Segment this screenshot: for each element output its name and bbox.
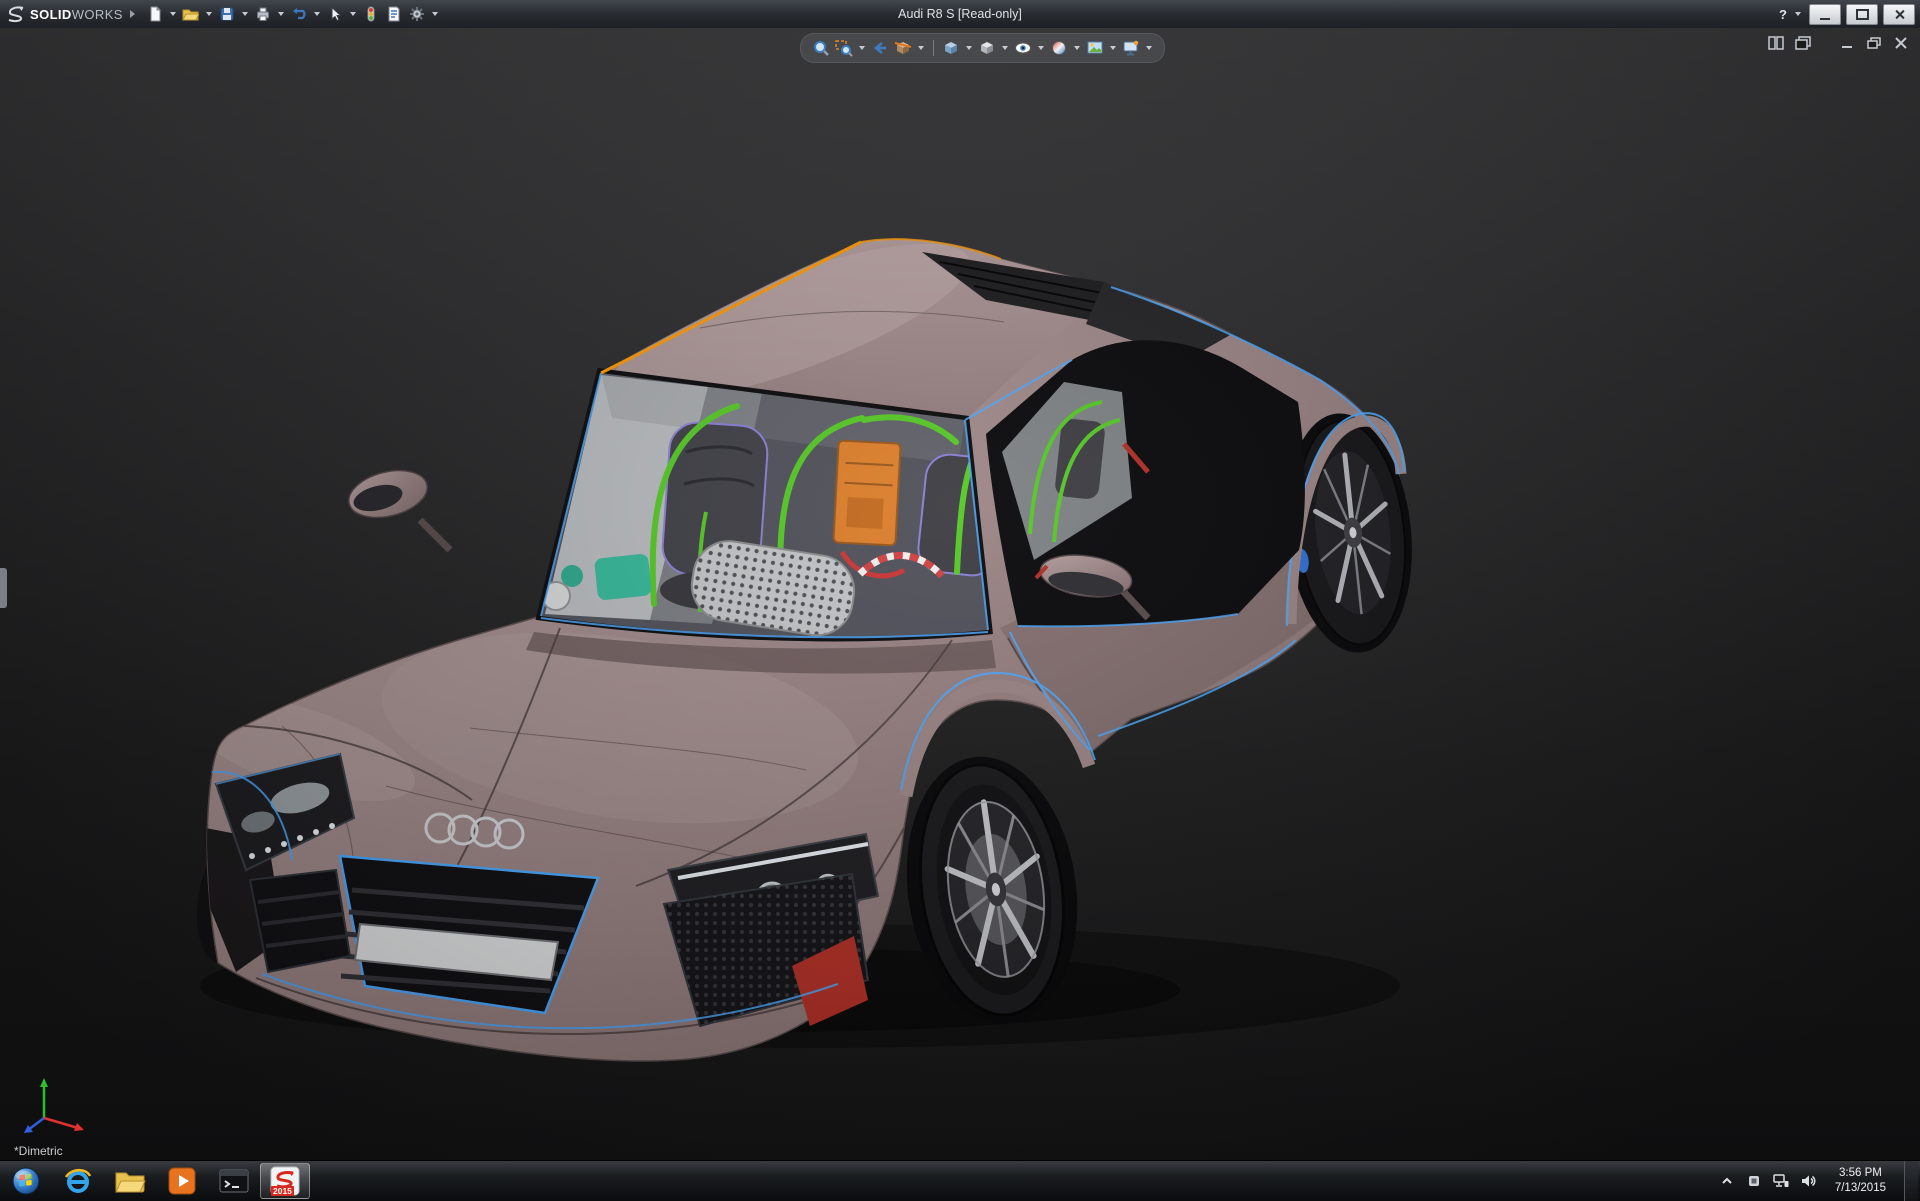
- heads-up-view-toolbar: [800, 33, 1165, 63]
- feature-manager-collapsed-tab[interactable]: [0, 568, 7, 608]
- edit-appearance-dropdown-arrow[interactable]: [1074, 46, 1080, 50]
- new-dropdown-arrow[interactable]: [170, 12, 176, 16]
- left-air-intake[interactable]: [250, 870, 350, 972]
- system-tray: 3:56 PM 7/13/2015: [1718, 1161, 1920, 1201]
- hidden-icons-button[interactable]: [1718, 1172, 1736, 1190]
- save-icon[interactable]: [216, 3, 238, 25]
- select-icon[interactable]: [324, 3, 346, 25]
- document-window-controls: [1767, 35, 1910, 50]
- volume-icon[interactable]: [1799, 1172, 1817, 1190]
- media-player-icon: [168, 1167, 196, 1195]
- undo-icon[interactable]: [288, 3, 310, 25]
- car-model[interactable]: [0, 28, 1920, 1160]
- window-title: Audi R8 S [Read-only]: [400, 7, 1520, 21]
- section-view-icon[interactable]: [892, 36, 914, 60]
- maximize-icon: [1856, 9, 1869, 20]
- hide-show-items-icon[interactable]: [1012, 36, 1034, 60]
- taskbar: 2015 3:56 PM 7/13/2015: [0, 1160, 1920, 1201]
- show-desktop-button[interactable]: [1904, 1161, 1918, 1201]
- clock-date: 7/13/2015: [1835, 1181, 1886, 1196]
- zoom-to-area-icon[interactable]: [833, 36, 855, 60]
- reference-triad: [22, 1070, 92, 1136]
- network-icon[interactable]: [1772, 1172, 1790, 1190]
- display-style-dropdown-arrow[interactable]: [1002, 46, 1008, 50]
- print-icon[interactable]: [252, 3, 274, 25]
- save-dropdown-arrow[interactable]: [242, 12, 248, 16]
- view-settings-icon[interactable]: [1120, 36, 1142, 60]
- zoom-dropdown-arrow[interactable]: [859, 46, 865, 50]
- 3d-viewport[interactable]: *Dimetric: [0, 28, 1920, 1160]
- select-dropdown-arrow[interactable]: [350, 12, 356, 16]
- clock-time: 3:56 PM: [1835, 1166, 1886, 1181]
- view-orientation-label: *Dimetric: [14, 1144, 63, 1158]
- minimize-document-icon[interactable]: [1838, 35, 1856, 50]
- taskbar-item-internet-explorer[interactable]: [52, 1161, 104, 1201]
- command-prompt-icon: [219, 1168, 249, 1194]
- view-orientation-icon[interactable]: [940, 36, 962, 60]
- previous-view-icon[interactable]: [869, 36, 891, 60]
- taskbar-item-file-explorer[interactable]: [104, 1161, 156, 1201]
- desktop: { "colors": { "edge-blue": "#4aa8ff", "e…: [0, 0, 1920, 1200]
- help-dropdown-arrow[interactable]: [1795, 12, 1801, 16]
- section-view-dropdown-arrow[interactable]: [918, 46, 924, 50]
- solidworks-logo: SOLIDWORKS: [6, 5, 123, 23]
- apply-scene-icon[interactable]: [1084, 36, 1106, 60]
- view-orientation-dropdown-arrow[interactable]: [966, 46, 972, 50]
- rebuild-icon[interactable]: [360, 3, 382, 25]
- close-icon: [1894, 9, 1905, 20]
- menu-expand-arrow[interactable]: [130, 10, 135, 18]
- apply-scene-dropdown-arrow[interactable]: [1110, 46, 1116, 50]
- minimize-button[interactable]: [1809, 4, 1841, 25]
- cascade-window-icon[interactable]: [1794, 35, 1812, 50]
- taskbar-clock[interactable]: 3:56 PM 7/13/2015: [1826, 1166, 1895, 1196]
- taskbar-item-command-prompt[interactable]: [208, 1161, 260, 1201]
- left-mirror[interactable]: [344, 463, 450, 550]
- zoom-to-fit-icon[interactable]: [810, 36, 832, 60]
- titlebar: SOLIDWORKS: [0, 0, 1920, 28]
- taskbar-item-media-player[interactable]: [156, 1161, 208, 1201]
- maximize-button[interactable]: [1846, 4, 1878, 25]
- display-style-icon[interactable]: [976, 36, 998, 60]
- start-button[interactable]: [0, 1161, 52, 1201]
- restore-document-icon[interactable]: [1865, 35, 1883, 50]
- open-dropdown-arrow[interactable]: [206, 12, 212, 16]
- tray-application-icon[interactable]: [1745, 1172, 1763, 1190]
- new-document-icon[interactable]: [144, 3, 166, 25]
- hud-separator: [933, 40, 934, 56]
- solidworks-logo-text: SOLIDWORKS: [30, 7, 123, 22]
- open-icon[interactable]: [180, 3, 202, 25]
- view-settings-dropdown-arrow[interactable]: [1146, 46, 1152, 50]
- help-button[interactable]: ?: [1779, 7, 1787, 22]
- close-button[interactable]: [1883, 4, 1915, 25]
- taskbar-item-solidworks-2015[interactable]: 2015: [260, 1163, 310, 1199]
- folder-icon: [114, 1168, 146, 1194]
- tile-window-icon[interactable]: [1767, 35, 1785, 50]
- solidworks-logo-icon: [6, 5, 26, 23]
- start-orb-icon: [12, 1167, 40, 1195]
- solidworks-year-badge: 2015: [271, 1186, 294, 1196]
- print-dropdown-arrow[interactable]: [278, 12, 284, 16]
- internet-explorer-icon: [63, 1166, 93, 1196]
- close-document-icon[interactable]: [1892, 35, 1910, 50]
- undo-dropdown-arrow[interactable]: [314, 12, 320, 16]
- minimize-icon: [1820, 18, 1830, 20]
- edit-appearance-icon[interactable]: [1048, 36, 1070, 60]
- hide-show-dropdown-arrow[interactable]: [1038, 46, 1044, 50]
- titlebar-toolbar: [144, 3, 441, 25]
